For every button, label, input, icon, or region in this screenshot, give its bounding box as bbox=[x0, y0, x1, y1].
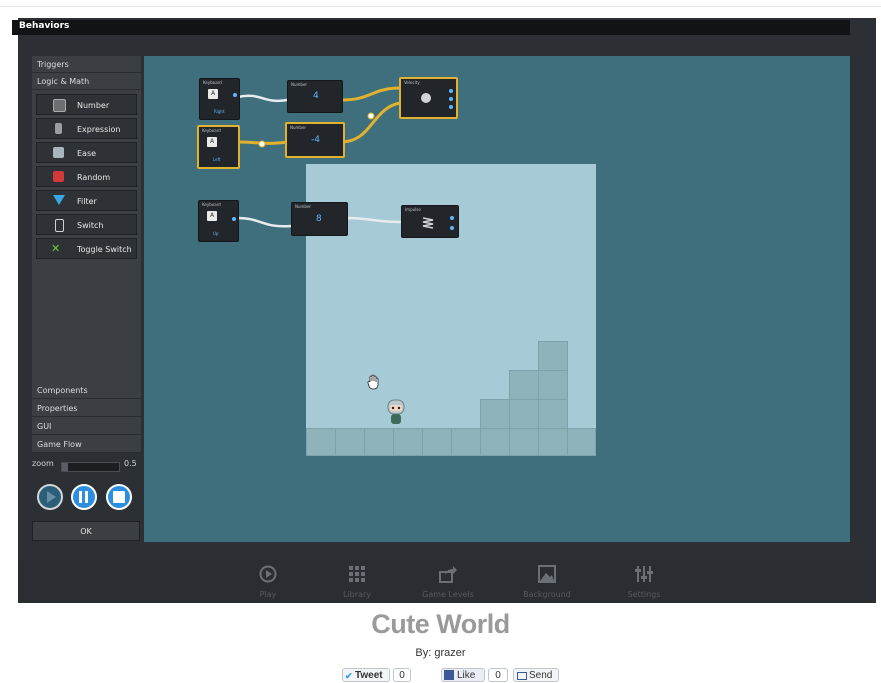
play-icon bbox=[259, 565, 277, 583]
facebook-send-button[interactable]: Send bbox=[513, 668, 559, 682]
keyboard-node-up[interactable]: Keyboard A Up bbox=[198, 200, 239, 242]
output-port[interactable] bbox=[449, 105, 453, 109]
game-author: By: grazer bbox=[415, 647, 466, 659]
number-node-8[interactable]: Number 8 bbox=[291, 202, 348, 236]
share-icon bbox=[439, 566, 457, 583]
key-icon: A bbox=[208, 89, 218, 99]
keyboard-node-left[interactable]: Keyboard A Left bbox=[197, 125, 240, 169]
like-count: 0 bbox=[488, 668, 508, 682]
facebook-like-button[interactable]: Like bbox=[441, 668, 485, 682]
number-node-4[interactable]: Number 4 bbox=[287, 80, 343, 113]
impulse-spring-icon bbox=[422, 217, 434, 229]
editor-toolbar: Play Library Game Levels Background Sett… bbox=[18, 560, 876, 603]
image-icon bbox=[538, 565, 556, 583]
number-node-minus-4[interactable]: Number -4 bbox=[285, 122, 345, 158]
grid-icon bbox=[349, 566, 365, 582]
toolbar-play[interactable]: Play bbox=[233, 560, 303, 603]
toolbar-settings[interactable]: Settings bbox=[609, 560, 679, 603]
velocity-icon bbox=[421, 93, 431, 103]
toolbar-game-levels[interactable]: Game Levels bbox=[413, 560, 483, 603]
key-icon: A bbox=[207, 137, 217, 147]
output-port[interactable] bbox=[450, 226, 454, 230]
tweet-count: 0 bbox=[393, 668, 411, 682]
output-port[interactable] bbox=[232, 217, 236, 221]
send-icon bbox=[517, 672, 527, 680]
impulse-node[interactable]: Impulse bbox=[401, 205, 459, 238]
facebook-icon bbox=[444, 670, 454, 680]
key-icon: A bbox=[207, 211, 217, 221]
keyboard-node-right[interactable]: Keyboard A Right bbox=[199, 78, 240, 120]
sliders-icon bbox=[635, 566, 653, 582]
output-port[interactable] bbox=[450, 216, 454, 220]
game-title: Cute World bbox=[371, 609, 510, 639]
twitter-bird-icon: ✔ bbox=[345, 671, 353, 681]
toolbar-library[interactable]: Library bbox=[322, 560, 392, 603]
toolbar-background[interactable]: Background bbox=[512, 560, 582, 603]
velocity-node[interactable]: Velocity bbox=[399, 77, 458, 119]
output-port[interactable] bbox=[449, 97, 453, 101]
output-port[interactable] bbox=[449, 89, 453, 93]
tweet-button[interactable]: ✔ Tweet bbox=[342, 668, 390, 682]
output-port[interactable] bbox=[233, 93, 237, 97]
